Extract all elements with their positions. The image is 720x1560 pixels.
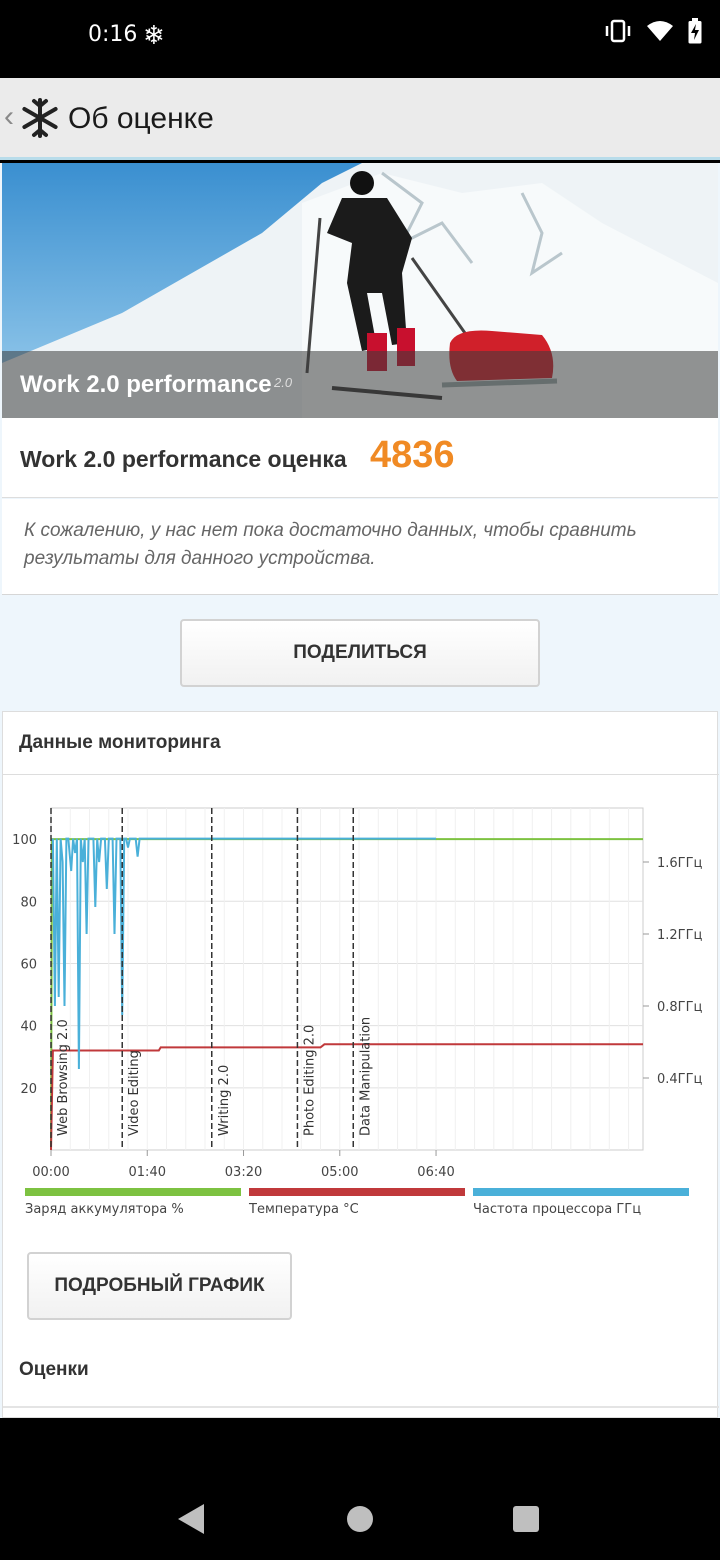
y-right-tick-label: 0.4ГГц — [657, 1072, 703, 1087]
nav-home-icon[interactable] — [347, 1506, 373, 1532]
legend-label-temperature: Температура °C — [249, 1202, 359, 1217]
legend-swatch-battery — [25, 1188, 241, 1196]
snowflake-notification-icon: ❄ — [143, 20, 165, 50]
legend-cpu-frequency: Частота процессора ГГц — [473, 1188, 689, 1217]
monitoring-title: Данные мониторинга — [19, 732, 221, 753]
y-tick-label: 60 — [20, 957, 37, 972]
back-chevron-icon[interactable]: ‹ — [4, 100, 14, 134]
section-label: Writing 2.0 — [217, 1065, 232, 1136]
x-tick-label: 06:40 — [417, 1165, 454, 1176]
x-tick-label: 00:00 — [32, 1165, 69, 1176]
nav-recent-apps-icon[interactable] — [513, 1506, 539, 1532]
info-card: К сожалению, у нас нет пока достаточно д… — [2, 499, 718, 595]
y-right-tick-label: 0.8ГГц — [657, 1000, 703, 1015]
hero-banner: Work 2.0 performance 2.0 — [2, 163, 718, 418]
page-title: Об оценке — [68, 102, 214, 135]
legend-battery: Заряд аккумулятора % — [25, 1188, 241, 1217]
content-area: Work 2.0 performance 2.0 Work 2.0 perfor… — [0, 163, 720, 1418]
divider — [3, 774, 719, 775]
nav-back-icon[interactable] — [178, 1504, 204, 1534]
monitoring-card: Данные мониторинга 20 40 60 80 100 0.4ГГц 0.8Г… — [2, 711, 719, 1418]
y-right-tick-label: 1.6ГГц — [657, 856, 703, 871]
divider — [3, 1406, 719, 1408]
hero-title: Work 2.0 performance — [20, 371, 272, 398]
section-label: Video Editing — [127, 1050, 142, 1136]
section-label: Web Browsing 2.0 — [56, 1019, 71, 1136]
battery-charging-icon — [688, 18, 702, 44]
legend-swatch-temperature — [249, 1188, 465, 1196]
score-card: Work 2.0 performance оценка 4836 — [2, 418, 718, 498]
y-tick-label: 100 — [12, 833, 37, 848]
score-label: Work 2.0 performance оценка — [20, 446, 347, 472]
x-tick-label: 05:00 — [321, 1165, 358, 1176]
legend-swatch-cpu-frequency — [473, 1188, 689, 1196]
status-bar: 0:16 ❄ — [0, 0, 720, 78]
y-tick-label: 20 — [20, 1082, 37, 1097]
detailed-chart-button[interactable]: ПОДРОБНЫЙ ГРАФИК — [27, 1252, 292, 1320]
x-tick-label: 01:40 — [129, 1165, 166, 1176]
status-icons — [604, 18, 702, 44]
hero-version: 2.0 — [274, 375, 293, 390]
y-tick-label: 40 — [20, 1020, 37, 1035]
score-value: 4836 — [370, 434, 455, 476]
navigation-bar — [0, 1418, 720, 1560]
app-logo-snowflake-icon[interactable] — [20, 98, 60, 138]
section-label: Data Manipulation — [358, 1017, 373, 1136]
info-text: К сожалению, у нас нет пока достаточно д… — [24, 520, 637, 569]
status-time: 0:16 — [88, 22, 138, 47]
legend-label-cpu-frequency: Частота процессора ГГц — [473, 1202, 642, 1217]
app-bar: ‹ Об оценке — [0, 78, 720, 160]
y-tick-label: 80 — [20, 895, 37, 910]
legend-temperature: Температура °C — [249, 1188, 465, 1217]
wifi-icon — [647, 21, 673, 41]
monitoring-chart: 20 40 60 80 100 0.4ГГц 0.8ГГц 1.2ГГц 1.6ГГц 00:00… — [12, 807, 703, 1176]
legend-label-battery: Заряд аккумулятора % — [25, 1202, 184, 1217]
scores-title: Оценки — [19, 1359, 89, 1380]
vibrate-icon — [605, 19, 631, 43]
y-right-tick-label: 1.2ГГц — [657, 928, 703, 943]
x-tick-label: 03:20 — [225, 1165, 262, 1176]
section-label: Photo Editing 2.0 — [302, 1025, 317, 1136]
share-button[interactable]: ПОДЕЛИТЬСЯ — [180, 619, 540, 687]
